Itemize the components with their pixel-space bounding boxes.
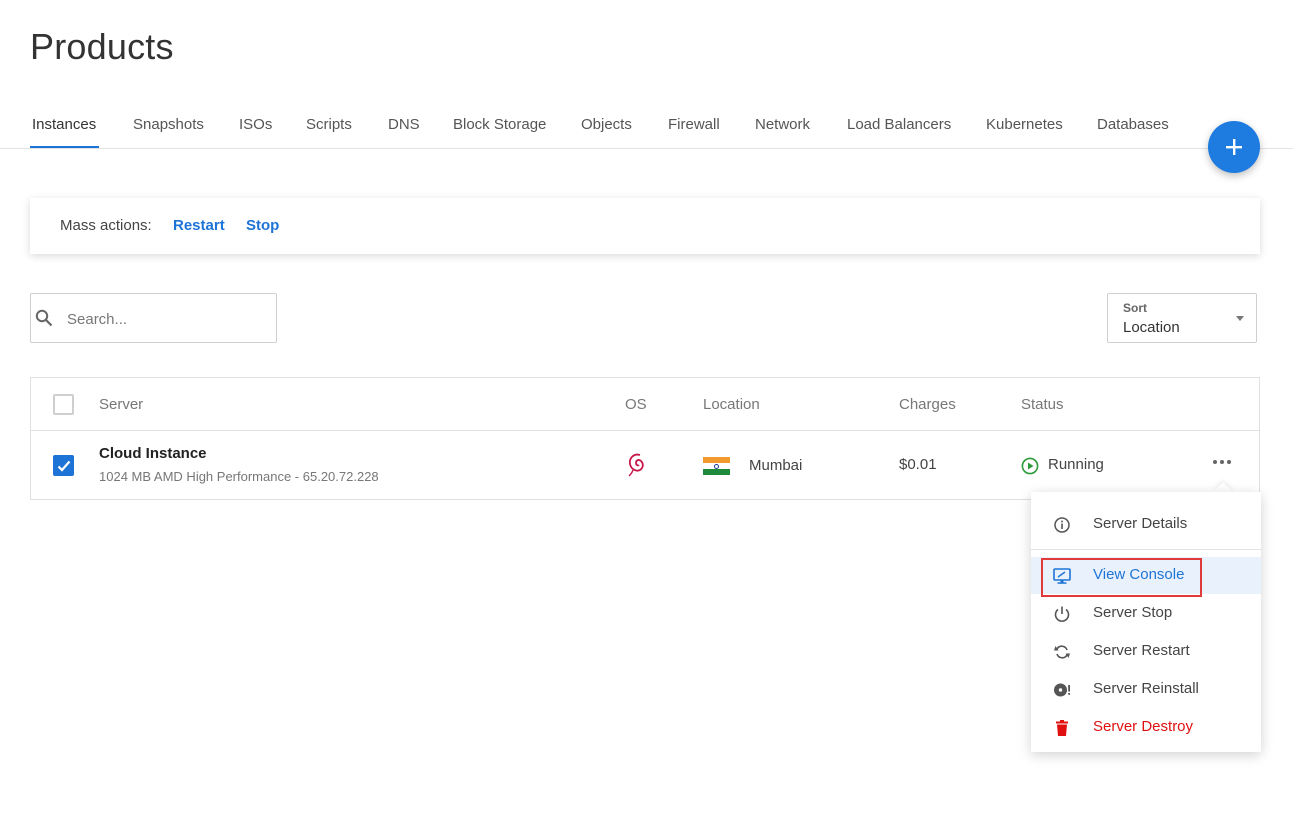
more-actions-button[interactable] [1213,460,1231,464]
tab-firewall[interactable]: Firewall [668,116,720,133]
server-actions-menu: Server Details View Console Server Stop … [1031,492,1261,752]
monitor-icon [1053,568,1071,584]
server-details: 1024 MB AMD High Performance - 65.20.72.… [99,469,379,484]
table-header: Server OS Location Charges Status [31,378,1259,431]
tab-load-balancers[interactable]: Load Balancers [847,116,951,133]
tab-kubernetes[interactable]: Kubernetes [986,116,1063,133]
search-box [30,293,277,343]
instances-table: Server OS Location Charges Status Cloud … [30,377,1260,500]
menu-label: Server Stop [1093,604,1173,621]
sort-value: Location [1123,319,1180,336]
tab-instances[interactable]: Instances [32,116,96,133]
location-value: Mumbai [749,457,803,474]
search-icon [35,309,53,327]
menu-label: Server Destroy [1093,718,1194,735]
play-circle-icon [1021,457,1039,475]
trash-icon [1056,720,1068,736]
menu-server-details[interactable]: Server Details [1031,506,1261,543]
server-name[interactable]: Cloud Instance [99,445,207,462]
tab-network[interactable]: Network [755,116,810,133]
menu-label: Server Reinstall [1093,680,1199,697]
header-status: Status [1021,396,1064,413]
select-all-checkbox[interactable] [53,394,74,415]
disc-icon [1054,683,1070,697]
power-icon [1054,606,1070,622]
menu-label: Server Restart [1093,642,1190,659]
tab-scripts[interactable]: Scripts [306,116,352,133]
menu-label: View Console [1093,566,1185,583]
page-title: Products [30,26,174,67]
header-charges: Charges [899,396,956,413]
check-icon [57,460,70,472]
tab-dns[interactable]: DNS [388,116,420,133]
menu-label: Server Details [1093,515,1188,532]
menu-server-destroy[interactable]: Server Destroy [1031,709,1261,746]
mass-restart-button[interactable]: Restart [173,217,225,234]
charges-value: $0.01 [899,456,937,473]
more-dot [1213,460,1217,464]
menu-divider [1031,549,1261,550]
table-row[interactable]: Cloud Instance 1024 MB AMD High Performa… [31,431,1259,499]
india-flag-icon [703,457,730,475]
debian-icon [628,453,644,477]
info-icon [1054,517,1070,533]
tab-snapshots[interactable]: Snapshots [133,116,204,133]
menu-server-reinstall[interactable]: Server Reinstall [1031,671,1261,708]
chevron-down-icon [1236,316,1244,321]
sort-caption: Sort [1123,301,1147,315]
menu-server-restart[interactable]: Server Restart [1031,633,1261,670]
mass-stop-button[interactable]: Stop [246,217,279,234]
plus-icon [1226,139,1242,155]
header-server: Server [99,396,144,413]
sort-select[interactable]: Sort Location [1107,293,1257,343]
menu-view-console[interactable]: View Console [1031,557,1261,594]
status-value: Running [1048,456,1104,473]
menu-server-stop[interactable]: Server Stop [1031,595,1261,632]
tab-isos[interactable]: ISOs [239,116,272,133]
mass-actions-bar: Mass actions: Restart Stop [30,198,1260,254]
tab-objects[interactable]: Objects [581,116,632,133]
more-dot [1220,460,1224,464]
search-input[interactable] [67,308,267,330]
header-location: Location [703,396,760,413]
product-tabs: Instances Snapshots ISOs Scripts DNS Blo… [0,100,1293,149]
tab-block-storage[interactable]: Block Storage [453,116,546,133]
tab-databases[interactable]: Databases [1097,116,1169,133]
more-dot [1227,460,1231,464]
row-checkbox[interactable] [53,455,74,476]
mass-actions-label: Mass actions: [60,217,152,234]
active-tab-indicator [30,146,99,148]
restart-icon [1054,645,1070,659]
add-product-button[interactable] [1208,121,1260,173]
header-os: OS [625,396,647,413]
